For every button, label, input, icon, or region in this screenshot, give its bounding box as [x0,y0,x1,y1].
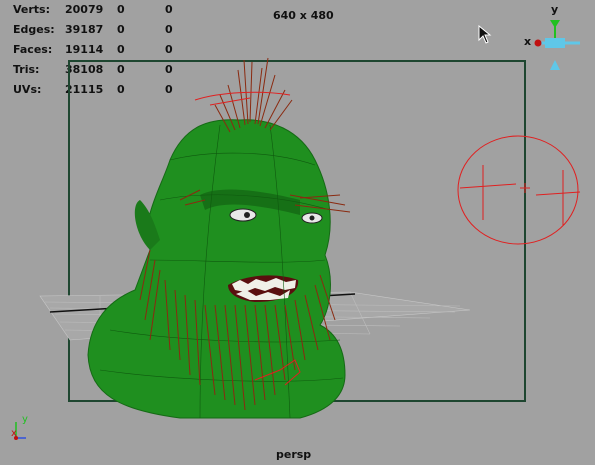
axis-y-label: y [22,414,28,425]
perspective-viewport[interactable]: Verts: 20079 0 0 Edges: 39187 0 0 Faces:… [0,0,595,465]
mouse-cursor-icon [478,25,492,44]
axis-x-label: x [11,428,17,439]
view-cube[interactable] [534,20,581,70]
ogre-head-mesh [87,119,346,419]
scene-canvas [39,20,581,419]
view-cube-x-label: x [524,35,532,48]
camera-name-label: persp [276,448,312,461]
view-cube-y-label: y [551,3,559,16]
